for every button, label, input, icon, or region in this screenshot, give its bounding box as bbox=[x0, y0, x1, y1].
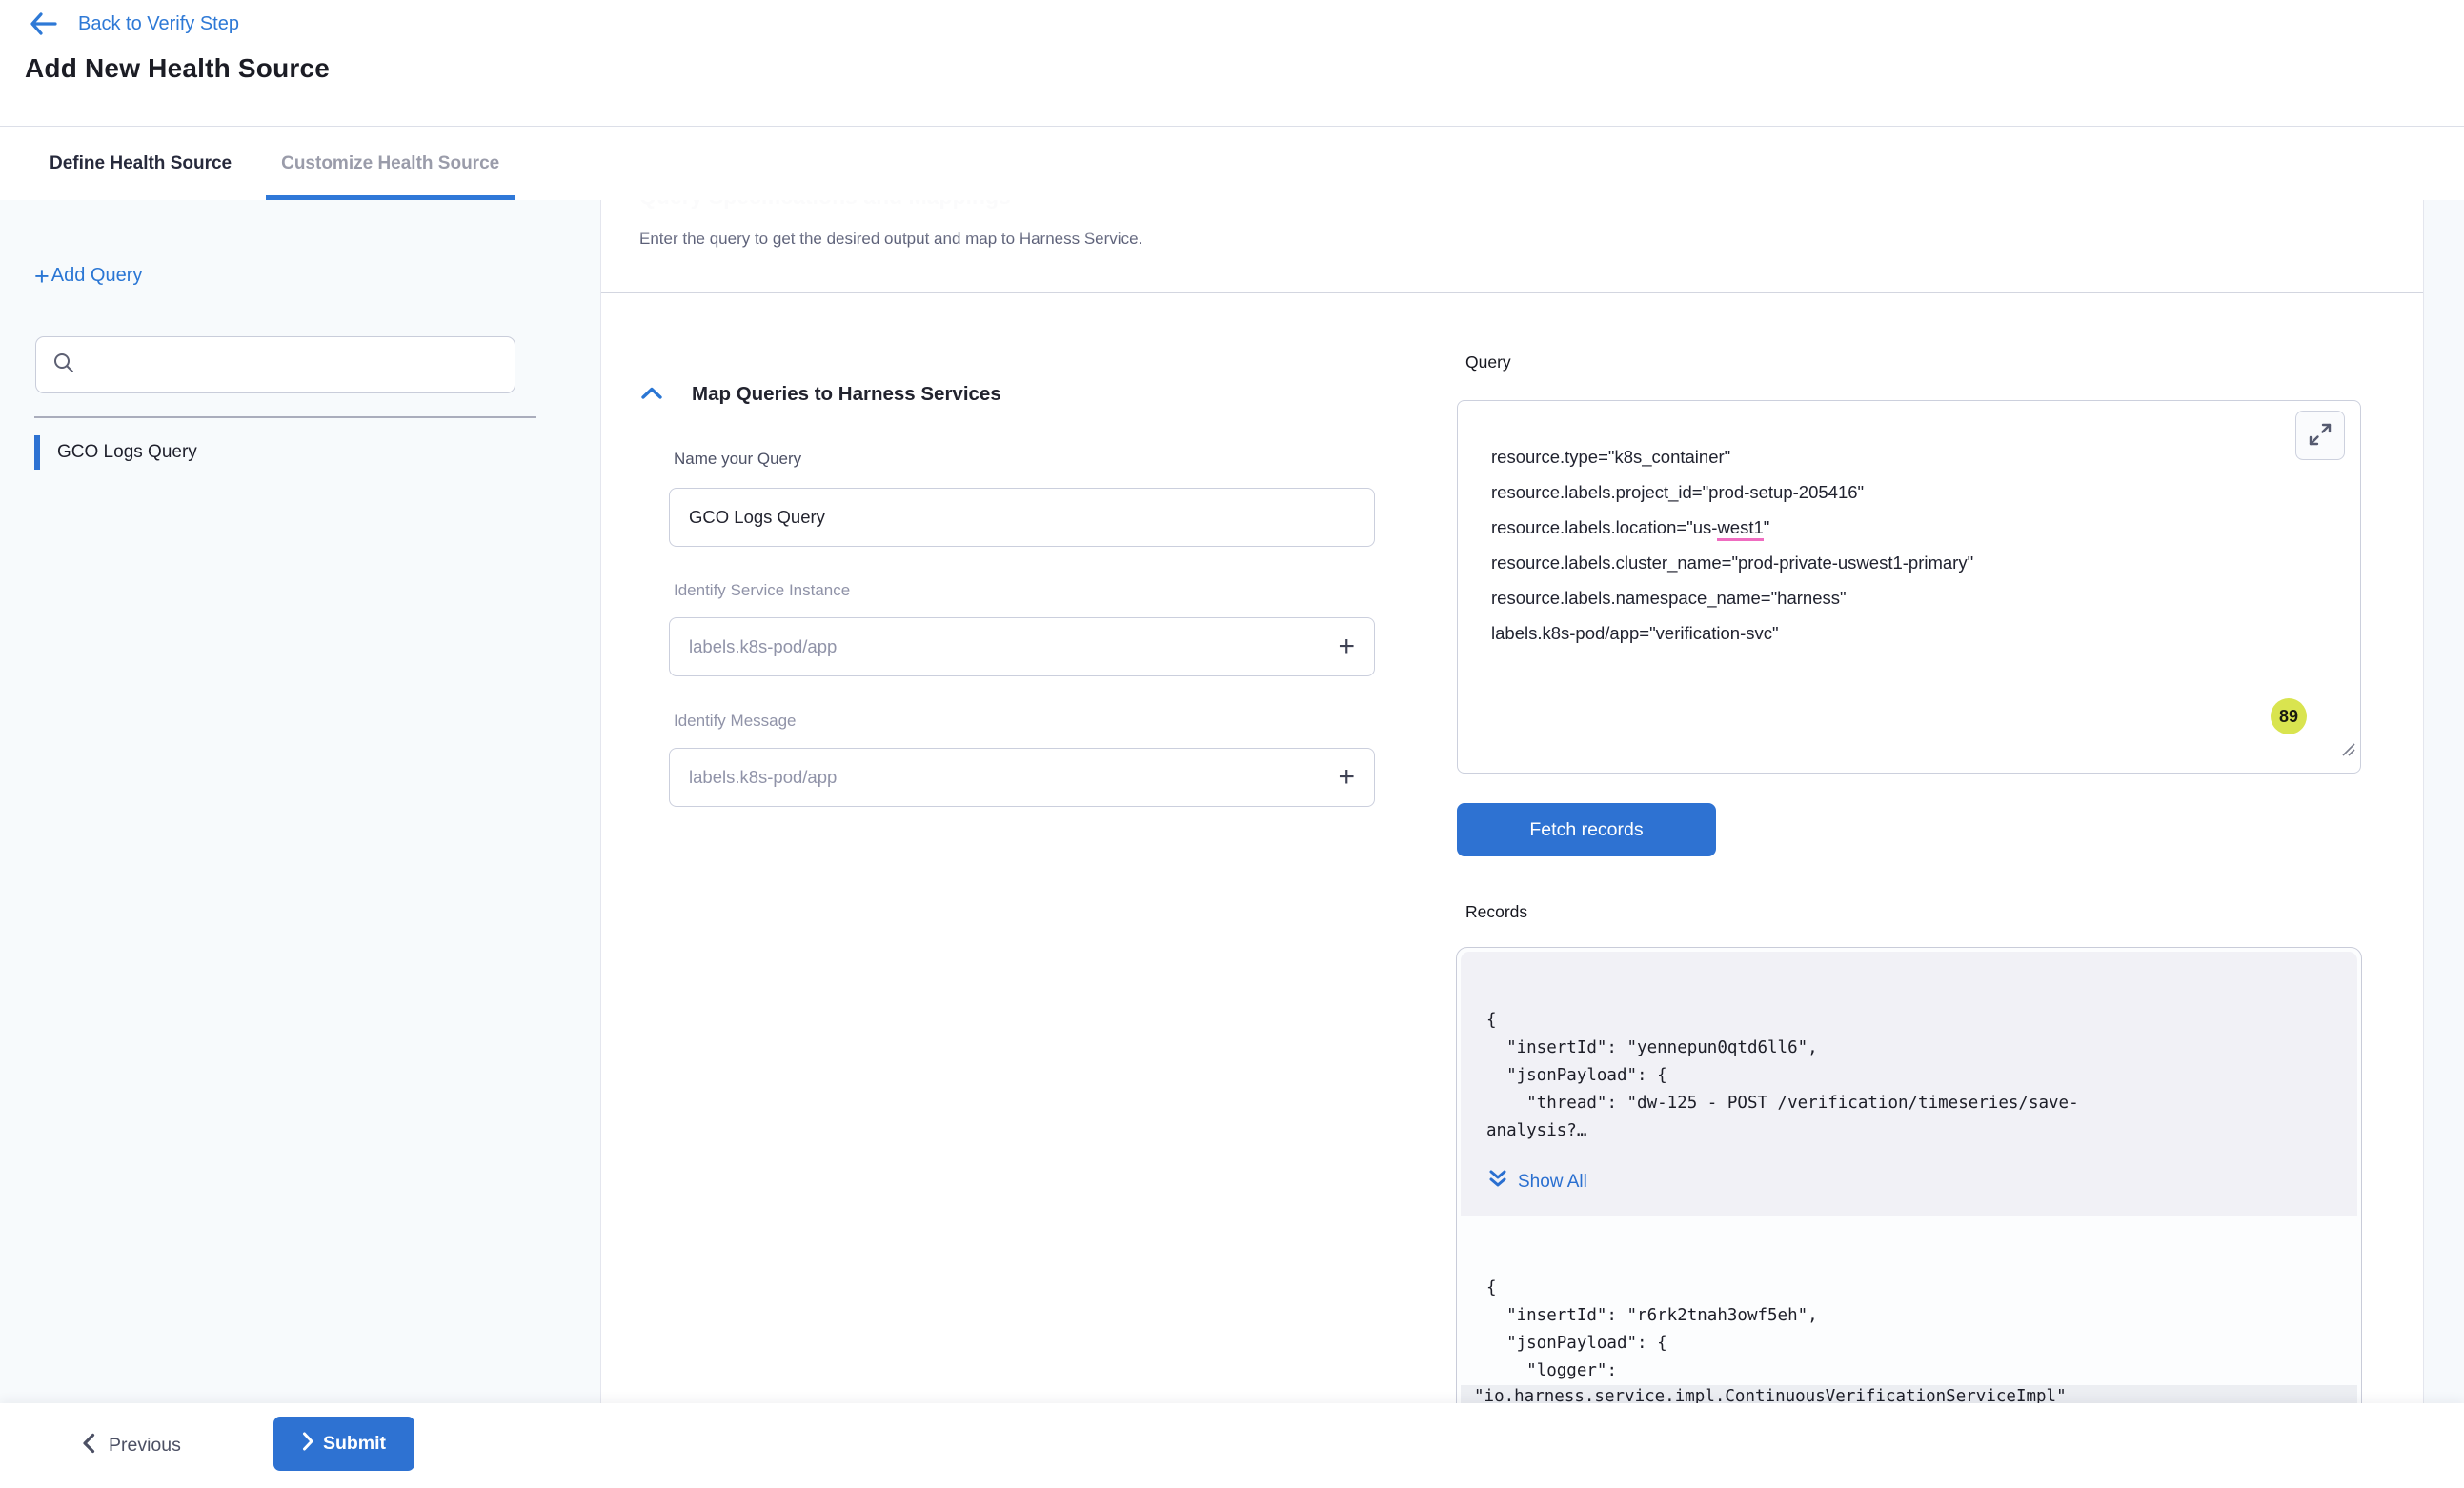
submit-label: Submit bbox=[323, 1433, 386, 1455]
query-search-box[interactable] bbox=[35, 336, 515, 393]
map-queries-section-header: Map Queries to Harness Services bbox=[640, 383, 1001, 406]
resize-handle-icon[interactable] bbox=[2341, 734, 2356, 769]
panel-subheading: Enter the query to get the desired outpu… bbox=[639, 230, 1142, 249]
previous-label: Previous bbox=[109, 1435, 181, 1457]
character-count-badge: 89 bbox=[2271, 698, 2307, 734]
record-2-wrapped-value: "io.harness.service.impl.ContinuousVerif… bbox=[1461, 1385, 2357, 1403]
back-to-verify-step-link[interactable]: Back to Verify Step bbox=[29, 11, 239, 36]
fetch-records-button[interactable]: Fetch records bbox=[1457, 803, 1716, 856]
query-textarea[interactable]: resource.type="k8s_container" resource.l… bbox=[1457, 400, 2361, 774]
tab-define-health-source[interactable]: Define Health Source bbox=[34, 128, 247, 200]
add-message-path-button[interactable]: + bbox=[1336, 764, 1357, 791]
page-header: Back to Verify Step Add New Health Sourc… bbox=[0, 0, 2464, 127]
query-line-4: resource.labels.cluster_name="prod-priva… bbox=[1491, 545, 2284, 580]
chevron-left-icon bbox=[82, 1433, 95, 1459]
expand-fullscreen-icon bbox=[2308, 422, 2333, 450]
show-all-link[interactable]: Show All bbox=[1487, 1168, 1587, 1196]
panel-heading: Query Specifications and Mappings bbox=[639, 200, 1011, 210]
panel-divider bbox=[601, 292, 2423, 293]
sidebar-divider bbox=[34, 416, 536, 418]
query-name-input[interactable] bbox=[669, 488, 1375, 547]
record-card-1: { "insertId": "yennepun0qtd6ll6", "jsonP… bbox=[1461, 952, 2357, 1216]
query-line-6: labels.k8s-pod/app="verification-svc" bbox=[1491, 615, 2284, 651]
previous-button[interactable]: Previous bbox=[82, 1418, 181, 1473]
query-line-3: resource.labels.location="us-west1" bbox=[1491, 510, 2284, 545]
chevron-right-icon bbox=[302, 1432, 313, 1457]
identify-message-input[interactable]: labels.k8s-pod/app + bbox=[669, 748, 1375, 807]
page-title: Add New Health Source bbox=[25, 53, 330, 84]
add-service-instance-path-button[interactable]: + bbox=[1336, 633, 1357, 660]
record-1-json: { "insertId": "yennepun0qtd6ll6", "jsonP… bbox=[1486, 1007, 2334, 1145]
query-item-label: GCO Logs Query bbox=[57, 442, 197, 463]
main-content: + Add Query GCO Logs Query Query Specifi… bbox=[0, 200, 2464, 1403]
query-specifications-panel: Query Specifications and Mappings Enter … bbox=[600, 200, 2424, 1403]
health-source-tabs: Define Health Source Customize Health So… bbox=[0, 128, 2464, 200]
identify-message-label: Identify Message bbox=[674, 712, 797, 731]
search-input[interactable] bbox=[87, 337, 515, 392]
collapse-section-button[interactable] bbox=[640, 383, 663, 406]
query-sidebar: + Add Query GCO Logs Query bbox=[0, 200, 600, 1403]
service-instance-input[interactable]: labels.k8s-pod/app + bbox=[669, 617, 1375, 676]
double-chevron-down-icon bbox=[1487, 1168, 1508, 1196]
query-line-2: resource.labels.project_id="prod-setup-2… bbox=[1491, 474, 2284, 510]
plus-icon: + bbox=[34, 267, 50, 286]
record-card-2: { "insertId": "r6rk2tnah3owf5eh", "jsonP… bbox=[1461, 1216, 2357, 1385]
add-query-label: Add Query bbox=[51, 265, 143, 287]
search-icon bbox=[52, 352, 75, 379]
misspelled-word: west1 bbox=[1717, 517, 1763, 541]
selected-item-bar bbox=[34, 435, 40, 470]
section-title: Map Queries to Harness Services bbox=[692, 383, 1001, 406]
identify-service-instance-label: Identify Service Instance bbox=[674, 581, 850, 600]
wizard-footer: Previous Submit bbox=[0, 1403, 2464, 1488]
expand-query-button[interactable] bbox=[2295, 411, 2345, 460]
show-all-label: Show All bbox=[1518, 1172, 1587, 1193]
records-label: Records bbox=[1465, 902, 1527, 922]
identify-message-placeholder: labels.k8s-pod/app bbox=[689, 767, 1336, 788]
query-line-1: resource.type="k8s_container" bbox=[1491, 439, 2284, 474]
service-instance-placeholder: labels.k8s-pod/app bbox=[689, 636, 1336, 657]
chevron-up-icon bbox=[640, 391, 663, 405]
record-2-json: { "insertId": "r6rk2tnah3owf5eh", "jsonP… bbox=[1486, 1275, 2334, 1385]
sidebar-item-gco-logs-query[interactable]: GCO Logs Query bbox=[34, 435, 568, 470]
query-label: Query bbox=[1465, 352, 1511, 372]
name-your-query-label: Name your Query bbox=[674, 450, 801, 469]
arrow-left-icon bbox=[29, 11, 57, 36]
submit-button[interactable]: Submit bbox=[273, 1417, 414, 1471]
tab-customize-health-source[interactable]: Customize Health Source bbox=[266, 128, 515, 200]
query-line-5: resource.labels.namespace_name="harness" bbox=[1491, 580, 2284, 615]
back-link-label: Back to Verify Step bbox=[78, 13, 239, 35]
add-query-button[interactable]: + Add Query bbox=[34, 265, 142, 287]
records-container[interactable]: { "insertId": "yennepun0qtd6ll6", "jsonP… bbox=[1456, 947, 2362, 1403]
